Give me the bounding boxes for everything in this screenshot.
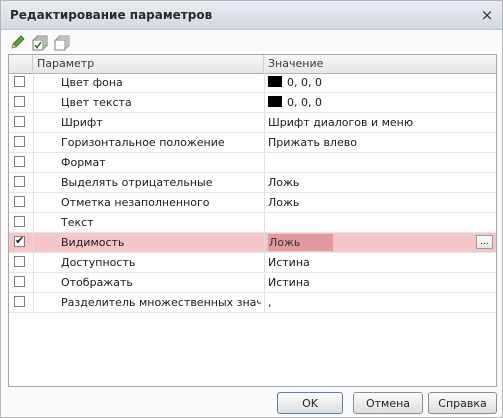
- use-parameter-checkbox[interactable]: [14, 176, 25, 187]
- parameter-value-text: 0, 0, 0: [287, 96, 322, 109]
- header-checkbox-column: [9, 55, 33, 73]
- parameter-value[interactable]: Прижать влево: [268, 133, 357, 152]
- table-body: Цвет фона 0, 0, 0 Цвет текста 0, 0, 0 Шрифт Ш…: [9, 73, 496, 313]
- column-divider: [264, 273, 265, 292]
- parameter-name: Доступность: [61, 256, 136, 269]
- column-divider: [33, 93, 34, 112]
- parameter-value[interactable]: ,: [268, 293, 272, 312]
- parameter-value[interactable]: Ложь: [268, 173, 299, 192]
- parameter-value-text: Ложь: [268, 176, 300, 189]
- color-swatch: [268, 76, 282, 87]
- parameter-value[interactable]: Истина: [268, 273, 310, 292]
- table-row[interactable]: Цвет текста 0, 0, 0: [9, 93, 496, 113]
- table-row[interactable]: Формат: [9, 153, 496, 173]
- use-parameter-checkbox[interactable]: [14, 76, 25, 87]
- column-divider: [264, 73, 265, 92]
- table-row[interactable]: Шрифт Шрифт диалогов и меню: [9, 113, 496, 133]
- column-divider: [264, 293, 265, 312]
- parameter-value[interactable]: Шрифт диалогов и меню: [268, 113, 413, 132]
- parameter-name: Горизонтальное положение: [61, 136, 225, 149]
- column-divider: [264, 193, 265, 212]
- parameter-value-text: Ложь: [268, 196, 300, 209]
- column-divider: [264, 173, 265, 192]
- parameter-value[interactable]: Истина: [268, 253, 310, 272]
- use-parameter-checkbox[interactable]: [14, 256, 25, 267]
- use-parameter-checkbox[interactable]: [14, 296, 25, 307]
- parameter-name: Разделитель множественных значений: [61, 296, 261, 309]
- column-divider: [33, 273, 34, 292]
- table-row[interactable]: Видимость Ложь...: [9, 233, 496, 253]
- use-parameter-checkbox[interactable]: [14, 276, 25, 287]
- column-divider: [264, 233, 265, 252]
- use-parameter-checkbox[interactable]: [14, 196, 25, 207]
- use-parameter-checkbox[interactable]: [14, 96, 25, 107]
- parameter-name: Отображать: [61, 276, 133, 289]
- column-divider: [33, 133, 34, 152]
- parameter-value[interactable]: Ложь: [268, 193, 299, 212]
- use-parameter-checkbox[interactable]: [14, 156, 25, 167]
- table-row[interactable]: Разделитель множественных значений,: [9, 293, 496, 313]
- table-row[interactable]: Текст: [9, 213, 496, 233]
- column-divider: [33, 73, 34, 92]
- column-divider: [264, 253, 265, 272]
- parameter-value[interactable]: 0, 0, 0: [268, 73, 322, 92]
- parameter-name: Формат: [61, 156, 106, 169]
- column-divider: [264, 93, 265, 112]
- table-row[interactable]: Отображать Истина: [9, 273, 496, 293]
- column-divider: [33, 173, 34, 192]
- close-button[interactable]: ×: [479, 7, 495, 23]
- column-divider: [264, 213, 265, 232]
- pencil-icon[interactable]: [9, 34, 27, 52]
- table-row[interactable]: Отметка незаполненного Ложь: [9, 193, 496, 213]
- parameter-value[interactable]: Ложь: [268, 233, 334, 252]
- column-divider: [264, 153, 265, 172]
- use-parameter-checkbox[interactable]: [14, 136, 25, 147]
- parameter-name: Выделять отрицательные: [61, 176, 213, 189]
- dialog-window: Редактирование параметров × Параметр Зна…: [0, 0, 503, 418]
- check-all-icon[interactable]: [31, 34, 49, 52]
- parameters-table[interactable]: Параметр Значение Цвет фона 0, 0, 0 Цвет т…: [8, 54, 497, 387]
- uncheck-all-icon[interactable]: [53, 34, 71, 52]
- parameter-value-text: Истина: [268, 256, 310, 269]
- use-parameter-checkbox[interactable]: [14, 216, 25, 227]
- column-divider: [33, 193, 34, 212]
- parameter-value-text: ,: [268, 296, 272, 309]
- parameter-name: Цвет текста: [61, 96, 132, 109]
- column-divider: [33, 233, 34, 252]
- header-value[interactable]: Значение: [264, 55, 496, 73]
- parameter-value-text: Ложь: [268, 234, 334, 251]
- column-divider: [33, 253, 34, 272]
- parameter-value-text: Шрифт диалогов и меню: [268, 116, 414, 129]
- parameter-name: Шрифт: [61, 116, 103, 129]
- table-header: Параметр Значение: [9, 55, 496, 74]
- table-row[interactable]: Горизонтальное положение Прижать влево: [9, 133, 496, 153]
- column-divider: [33, 113, 34, 132]
- column-divider: [264, 133, 265, 152]
- color-swatch: [268, 96, 282, 107]
- help-button[interactable]: Справка: [428, 392, 497, 414]
- parameter-value-text: Истина: [268, 276, 310, 289]
- cancel-button[interactable]: Отмена: [353, 392, 423, 414]
- header-parameter[interactable]: Параметр: [33, 55, 264, 73]
- column-divider: [33, 213, 34, 232]
- parameter-name: Отметка незаполненного: [61, 196, 210, 209]
- dialog-title: Редактирование параметров: [10, 8, 213, 22]
- parameter-name: Видимость: [61, 236, 125, 249]
- use-parameter-checkbox[interactable]: [14, 234, 25, 247]
- parameter-name: Цвет фона: [61, 76, 123, 89]
- parameter-value-text: 0, 0, 0: [287, 76, 322, 89]
- column-divider: [264, 113, 265, 132]
- parameter-name: Текст: [61, 216, 94, 229]
- table-row[interactable]: Доступность Истина: [9, 253, 496, 273]
- ok-button[interactable]: OK: [277, 392, 343, 414]
- table-row[interactable]: Выделять отрицательные Ложь: [9, 173, 496, 193]
- use-parameter-checkbox[interactable]: [14, 116, 25, 127]
- column-divider: [33, 153, 34, 172]
- table-row[interactable]: Цвет фона 0, 0, 0: [9, 73, 496, 93]
- parameter-value-text: Прижать влево: [268, 136, 357, 149]
- select-value-button[interactable]: ...: [476, 235, 493, 249]
- parameter-value[interactable]: 0, 0, 0: [268, 93, 322, 112]
- column-divider: [33, 293, 34, 312]
- title-bar[interactable]: Редактирование параметров ×: [1, 1, 502, 30]
